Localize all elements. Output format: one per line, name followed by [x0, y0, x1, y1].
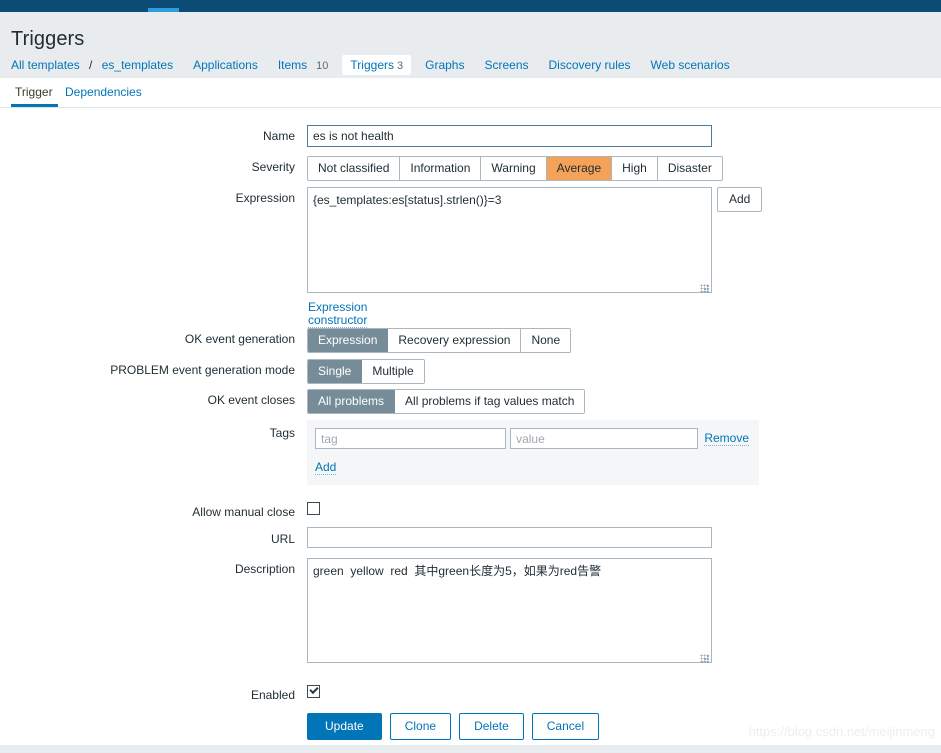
description-textarea-wrap: green yellow red 其中green长度为5，如果为red告警 [307, 558, 712, 666]
nav-link-web-scenarios[interactable]: Web scenarios [651, 56, 730, 74]
nav-link-items[interactable]: Items [278, 56, 307, 74]
severity-option-high[interactable]: High [612, 157, 658, 180]
severity-option-information[interactable]: Information [400, 157, 482, 180]
tags-label: Tags [269, 426, 295, 440]
expression-add-button[interactable]: Add [717, 187, 763, 212]
breadcrumb-separator: / [89, 58, 93, 72]
tag-remove-link[interactable]: Remove [704, 431, 749, 446]
expression-constructor-link[interactable]: Expression constructor [308, 301, 368, 328]
name-input[interactable] [307, 125, 712, 147]
nav-link-discovery-rules[interactable]: Discovery rules [549, 56, 631, 74]
breadcrumb: All templates / es_templates Application… [11, 55, 750, 75]
delete-button[interactable]: Delete [459, 713, 524, 740]
nav-item-screens[interactable]: Screens [484, 58, 534, 72]
nav-count-items: 10 [316, 60, 329, 72]
breadcrumb-template-group: All templates / es_templates [11, 58, 179, 72]
nav-count-triggers: 3 [397, 60, 404, 72]
nav-item-applications[interactable]: Applications [193, 58, 264, 72]
description-label: Description [234, 562, 295, 576]
tab-active-indicator [11, 104, 58, 107]
expression-label: Expression [235, 191, 295, 205]
expression-textarea-wrap: {es_templates:es[status].strlen()}=3 [307, 187, 712, 296]
url-input[interactable] [307, 527, 712, 548]
nav-link-graphs[interactable]: Graphs [425, 56, 464, 74]
severity-option-warning[interactable]: Warning [481, 157, 547, 180]
cancel-button[interactable]: Cancel [531, 713, 600, 740]
nav-item-web-scenarios[interactable]: Web scenarios [651, 58, 736, 72]
form-tab-bar: Trigger Dependencies [0, 78, 941, 108]
ok-event-generation-label: OK event generation [184, 332, 295, 346]
tab-dependencies-label: Dependencies [65, 85, 142, 99]
nav-item-triggers-selected[interactable]: Triggers 3 [342, 55, 412, 75]
ok-event-closes-option-all-problems-tag-match[interactable]: All problems if tag values match [395, 390, 585, 413]
ok-event-closes-label: OK event closes [207, 393, 295, 407]
tag-row: Remove [315, 428, 749, 449]
enabled-label: Enabled [250, 688, 295, 702]
ok-event-generation-segmented-control: Expression Recovery expression None [307, 328, 572, 353]
url-label: URL [270, 532, 295, 546]
tab-dependencies[interactable]: Dependencies [65, 85, 142, 99]
watermark-text: https://blog.csdn.net/meijinmeng [748, 724, 935, 739]
tags-add-link[interactable]: Add [315, 461, 337, 475]
ok-event-generation-option-recovery-expression[interactable]: Recovery expression [388, 329, 522, 352]
problem-event-mode-option-multiple[interactable]: Multiple [362, 360, 424, 383]
ok-event-closes-segmented-control: All problems All problems if tag values … [307, 389, 586, 414]
severity-segmented-control: Not classified Information Warning Avera… [307, 156, 723, 181]
problem-event-mode-option-single[interactable]: Single [308, 360, 363, 383]
nav-item-discovery-rules[interactable]: Discovery rules [549, 58, 637, 72]
breadcrumb-template-name-link[interactable]: es_templates [102, 56, 173, 74]
expression-textarea[interactable]: {es_templates:es[status].strlen()}=3 [307, 187, 712, 293]
nav-link-applications[interactable]: Applications [193, 56, 258, 74]
nav-item-graphs[interactable]: Graphs [425, 58, 470, 72]
allow-manual-close-checkbox[interactable] [307, 502, 320, 515]
nav-link-triggers[interactable]: Triggers [350, 56, 394, 74]
enabled-checkbox[interactable] [307, 685, 320, 698]
tab-trigger-label: Trigger [15, 85, 53, 99]
severity-label: Severity [251, 160, 295, 174]
ok-event-generation-option-expression[interactable]: Expression [308, 329, 389, 352]
page-title: Triggers [11, 28, 85, 50]
ok-event-closes-option-all-problems[interactable]: All problems [308, 390, 396, 413]
severity-option-disaster[interactable]: Disaster [657, 157, 722, 180]
tags-add-wrap: Add [315, 460, 749, 475]
clone-button[interactable]: Clone [389, 713, 452, 740]
ok-event-generation-option-none[interactable]: None [521, 329, 571, 352]
expression-add-button-wrap: Add [717, 187, 763, 212]
expression-constructor-wrap: Expression constructor [308, 301, 368, 328]
description-textarea[interactable]: green yellow red 其中green长度为5，如果为red告警 [307, 558, 712, 663]
severity-option-not-classified[interactable]: Not classified [308, 157, 401, 180]
name-label: Name [262, 129, 295, 143]
page-header-band: Triggers [0, 12, 941, 50]
breadcrumb-all-templates-link[interactable]: All templates [11, 56, 80, 74]
breadcrumb-nav-band: All templates / es_templates Application… [0, 50, 941, 79]
problem-event-generation-mode-label: PROBLEM event generation mode [110, 363, 295, 377]
top-navigation-bar [0, 0, 941, 12]
tags-container: Remove Add [307, 420, 759, 485]
tab-trigger[interactable]: Trigger [11, 85, 58, 107]
tag-value-input[interactable] [510, 428, 699, 449]
update-button[interactable]: Update [307, 713, 382, 740]
nav-item-items[interactable]: Items 10 [278, 58, 329, 72]
severity-option-average[interactable]: Average [546, 157, 613, 180]
problem-event-generation-mode-segmented-control: Single Multiple [307, 359, 425, 384]
bottom-strip [0, 745, 941, 753]
nav-link-screens[interactable]: Screens [484, 56, 528, 74]
tag-name-input[interactable] [315, 428, 507, 449]
allow-manual-close-label: Allow manual close [192, 505, 295, 519]
